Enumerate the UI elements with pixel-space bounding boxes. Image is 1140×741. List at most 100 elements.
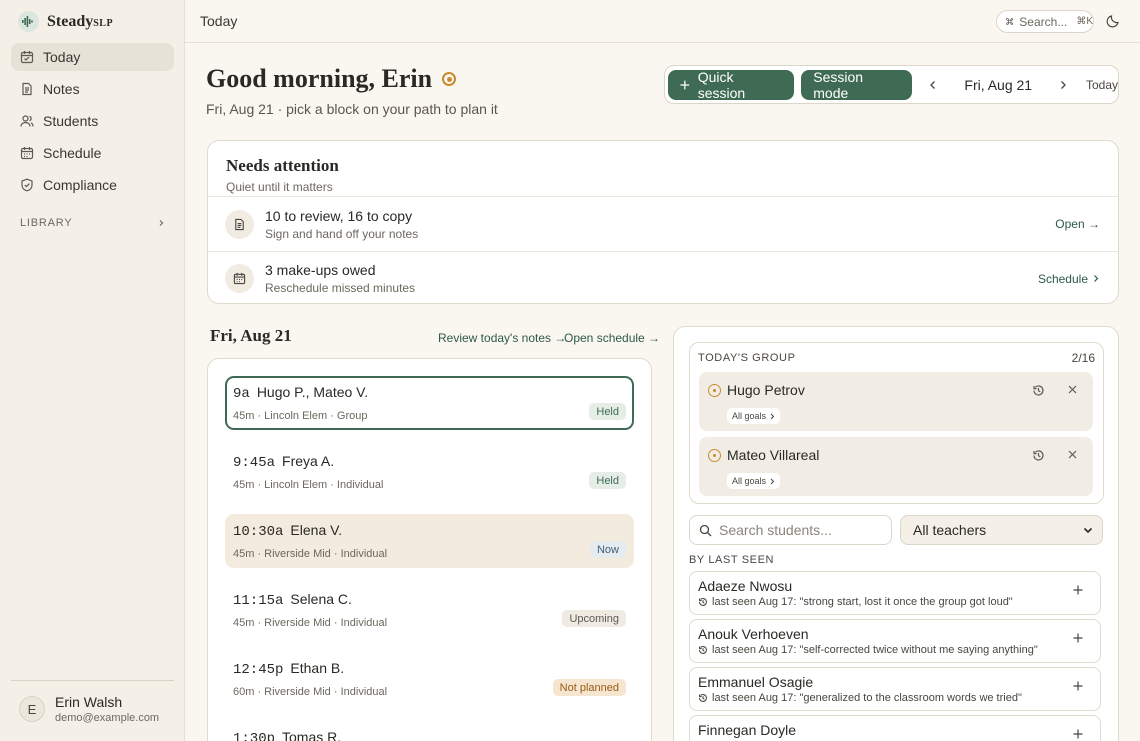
last-seen-note: last seen Aug 17: "self-corrected twice … <box>698 644 1038 656</box>
slot-meta: 45m · Lincoln Elem · Individual <box>233 479 384 491</box>
status-indicator-icon <box>442 72 457 86</box>
schedule-slot[interactable]: 9:45a Freya A. 45m · Lincoln Elem · Indiv… <box>225 445 634 499</box>
add-student-button[interactable] <box>1073 585 1083 595</box>
schedule-link[interactable]: Schedule <box>1038 272 1100 286</box>
sidebar-item-label: Today <box>43 49 81 65</box>
student-row[interactable]: Adaeze Nwosu last seen Aug 17: "strong s… <box>689 571 1101 615</box>
history-icon[interactable] <box>1032 449 1045 462</box>
shield-check-icon <box>21 178 33 192</box>
user-email: demo@example.com <box>55 712 160 724</box>
plus-icon <box>1073 633 1083 643</box>
search-icon <box>699 524 712 536</box>
add-student-button[interactable] <box>1073 681 1083 691</box>
sidebar-item-label: Students <box>43 113 99 129</box>
brand-name: SteadySLP <box>47 12 114 30</box>
user-profile[interactable]: E Erin Walsh demo@example.com <box>11 680 174 724</box>
schedule-slot[interactable]: 12:45p Ethan B. 60m · Riverside Mid · Ind… <box>225 652 634 706</box>
attention-row-makeups[interactable]: 3 make-ups owed Reschedule missed minute… <box>208 251 1118 303</box>
main-content: Good morning, Erin Fri, Aug 21 · pick a … <box>185 44 1140 741</box>
document-icon <box>22 82 32 96</box>
group-member[interactable]: Hugo Petrov All goals <box>699 372 1093 431</box>
session-mode-button[interactable]: Session mode <box>801 69 912 101</box>
slot-students: Hugo P., Mateo V. <box>256 384 369 400</box>
history-icon[interactable] <box>1032 384 1045 397</box>
sidebar-item-label: Notes <box>43 81 80 97</box>
search-shortcut: ⌘K <box>1076 16 1093 27</box>
library-section-toggle[interactable]: LIBRARY <box>20 217 165 229</box>
plus-icon <box>680 80 690 89</box>
sidebar-item-schedule[interactable]: Schedule <box>11 139 174 167</box>
attention-row-notes[interactable]: 10 to review, 16 to copy Sign and hand o… <box>208 197 1118 251</box>
student-row[interactable]: Finnegan Doyle <box>689 715 1101 741</box>
slot-students: Ethan B. <box>290 660 345 676</box>
session-toolbar: Quick session Session mode Fri, Aug 21 T… <box>664 65 1119 104</box>
teacher-filter-select[interactable]: All teachers <box>900 515 1103 545</box>
student-row[interactable]: Anouk Verhoeven last seen Aug 17: "self-… <box>689 619 1101 663</box>
slot-meta: 45m · Lincoln Elem · Group <box>233 410 368 422</box>
sidebar: SteadySLP Today Notes Students Schedule … <box>0 0 185 741</box>
schedule-slot[interactable]: 9a Hugo P., Mateo V. 45m · Lincoln Elem ·… <box>225 376 634 430</box>
chevron-left-icon <box>930 80 936 89</box>
student-search <box>689 515 892 545</box>
day-heading: Fri, Aug 21 <box>210 326 292 345</box>
add-student-button[interactable] <box>1073 633 1083 643</box>
sidebar-item-notes[interactable]: Notes <box>11 75 174 103</box>
goals-filter-button[interactable]: All goals <box>727 473 781 489</box>
slot-meta: 45m · Riverside Mid · Individual <box>233 548 388 560</box>
group-member[interactable]: Mateo Villareal All goals <box>699 437 1093 496</box>
open-schedule-link[interactable]: Open schedule → <box>564 331 660 345</box>
group-label: TODAY'S GROUP <box>698 352 796 364</box>
member-name: Mateo Villareal <box>727 447 820 463</box>
chevron-down-icon <box>1083 527 1093 533</box>
avatar: E <box>19 696 45 722</box>
close-icon[interactable] <box>1067 449 1078 460</box>
calendar-icon <box>20 51 34 64</box>
today-button[interactable]: Today <box>1086 78 1118 92</box>
slot-time: 10:30a <box>233 524 284 540</box>
theme-toggle-button[interactable] <box>1106 14 1120 28</box>
student-name: Finnegan Doyle <box>698 722 797 738</box>
goals-filter-button[interactable]: All goals <box>727 408 781 424</box>
status-badge: Upcoming <box>562 610 626 627</box>
card-title: Needs attention <box>226 156 339 175</box>
needs-attention-card: Needs attention Quiet until it matters 1… <box>207 140 1119 304</box>
status-badge: Now <box>589 541 626 558</box>
review-notes-link[interactable]: Review today's notes → <box>438 331 566 345</box>
open-notes-link[interactable]: Open → <box>1055 217 1100 231</box>
sidebar-item-students[interactable]: Students <box>11 107 174 135</box>
sidebar-item-label: Compliance <box>43 177 117 193</box>
chevron-right-icon <box>1094 275 1099 282</box>
schedule-slot[interactable]: 1:30p Tomas R. <box>225 721 634 741</box>
chevron-right-icon <box>770 413 775 419</box>
student-row[interactable]: Emmanuel Osagie last seen Aug 17: "gener… <box>689 667 1101 711</box>
card-subtitle: Quiet until it matters <box>226 180 333 194</box>
history-icon <box>699 693 707 702</box>
breadcrumb: Today <box>200 13 238 29</box>
brand[interactable]: SteadySLP <box>18 11 113 32</box>
group-count: 2/16 <box>1071 351 1095 365</box>
add-student-button[interactable] <box>1073 729 1083 739</box>
schedule-slot[interactable]: 11:15a Selena C. 45m · Riverside Mid · In… <box>225 583 634 637</box>
card-header: Needs attention Quiet until it matters <box>208 141 1118 197</box>
prev-day-button[interactable] <box>919 80 948 90</box>
schedule-slot[interactable]: 10:30a Elena V. 45m · Riverside Mid · Ind… <box>225 514 634 568</box>
next-day-button[interactable] <box>1049 80 1078 90</box>
sidebar-item-today[interactable]: Today <box>11 43 174 71</box>
search-button[interactable]: Search... ⌘K <box>996 10 1094 33</box>
users-icon <box>20 115 34 127</box>
quick-session-button[interactable]: Quick session <box>668 69 795 101</box>
document-icon <box>225 209 254 239</box>
sidebar-item-label: Schedule <box>43 145 102 161</box>
attention-desc: Sign and hand off your notes <box>265 226 419 241</box>
sidebar-item-compliance[interactable]: Compliance <box>11 171 174 199</box>
close-icon[interactable] <box>1067 384 1078 395</box>
last-seen-note: last seen Aug 17: "generalized to the cl… <box>698 692 1022 704</box>
chevron-right-icon <box>159 220 164 226</box>
search-input[interactable] <box>719 522 879 538</box>
status-badge: Held <box>589 472 626 489</box>
page-title: Good morning, Erin <box>206 64 457 94</box>
status-ring-icon <box>708 449 721 462</box>
page-subtitle: Fri, Aug 21 · pick a block on your path … <box>206 101 498 117</box>
slot-time: 12:45p <box>233 662 284 678</box>
attention-desc: Reschedule missed minutes <box>265 281 416 295</box>
